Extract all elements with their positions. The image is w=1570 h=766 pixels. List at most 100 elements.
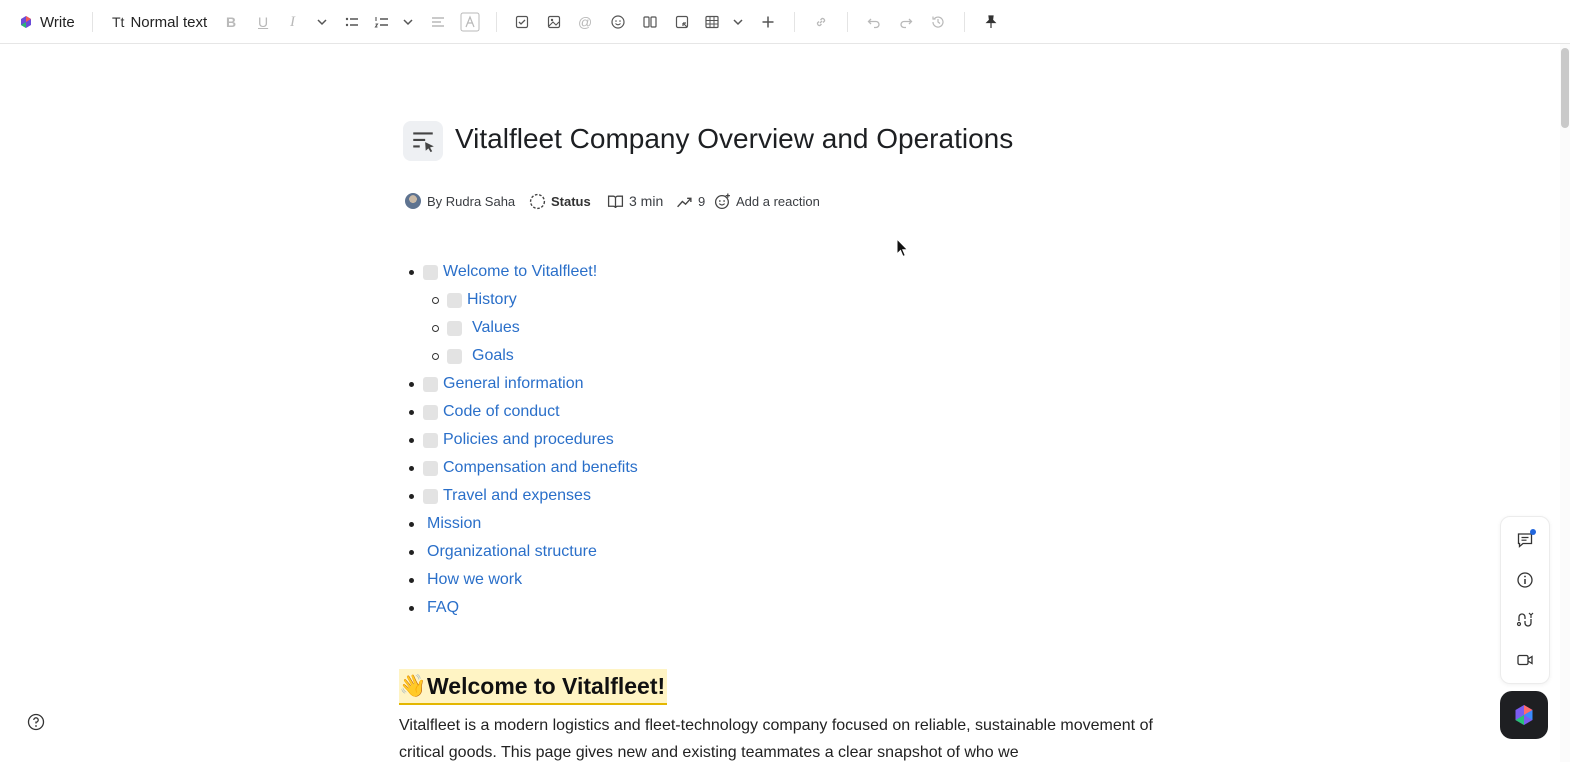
underline-button[interactable]: U [258,12,268,32]
author-name: By Rudra Saha [427,193,516,209]
checklist-icon [515,15,529,29]
table-options-button[interactable] [730,12,746,32]
toc-checkbox[interactable] [447,349,462,364]
toc-link[interactable]: Goals [472,342,514,370]
table-button[interactable] [704,12,720,32]
undo-icon [867,18,880,29]
underline-icon: U [258,14,269,30]
toc-link[interactable]: FAQ [427,594,459,622]
italic-button[interactable]: I [290,12,295,32]
section-heading[interactable]: 👋 Welcome to Vitalfleet! [399,669,668,705]
help-icon [27,713,45,731]
toc-link[interactable]: Travel and expenses [443,482,591,510]
numbered-list-icon [374,17,388,28]
mention-icon: @ [578,14,593,30]
avatar [405,193,421,209]
status-button[interactable]: Status [529,191,591,211]
more-format-button[interactable] [314,12,330,32]
mouse-cursor-icon [896,238,909,258]
toc-link[interactable]: How we work [427,566,522,594]
text-style-label: Normal text [130,13,208,31]
author-byline[interactable]: By Rudra Saha [405,191,515,211]
undo-button[interactable] [866,12,882,32]
toc-checkbox[interactable] [447,293,462,308]
add-reaction-button[interactable]: Add a reaction [714,191,820,211]
notification-dot [1530,529,1536,535]
history-button[interactable] [930,12,946,32]
embed-button[interactable] [674,12,690,32]
toc-checkbox[interactable] [423,265,438,280]
connections-icon [1516,612,1534,627]
link-button[interactable] [813,12,829,32]
toc-link[interactable]: Policies and procedures [443,426,614,454]
text-color-icon [460,12,480,32]
history-icon [932,16,944,28]
toc-link[interactable]: History [467,286,517,314]
toc-link[interactable]: Welcome to Vitalfleet! [443,258,597,286]
numbered-list-button[interactable] [374,12,390,32]
page-title[interactable]: Vitalfleet Company Overview and Operatio… [455,121,1013,157]
waving-hand-icon: 👋 [399,673,427,698]
toc-checkbox[interactable] [423,433,438,448]
toc-checkbox[interactable] [447,321,462,336]
section-paragraph[interactable]: Vitalfleet is a modern logistics and fle… [399,712,1169,766]
emoji-button[interactable] [610,12,626,32]
align-icon [432,17,444,27]
toc-checkbox[interactable] [423,377,438,392]
chevron-down-icon [733,19,743,26]
toc-link[interactable]: Code of conduct [443,398,560,426]
views-label: 9 [698,193,706,209]
checklist-button[interactable] [514,12,530,32]
toc-link[interactable]: Values [472,314,520,342]
link-icon [816,17,826,27]
emoji-icon [611,15,625,29]
help-button[interactable] [27,713,45,731]
toc-checkbox[interactable] [423,489,438,504]
image-button[interactable] [546,12,562,32]
video-button[interactable] [1513,648,1537,672]
insert-button[interactable] [760,12,776,32]
status-icon [529,193,546,209]
mention-button[interactable]: @ [578,12,592,32]
redo-button[interactable] [898,12,914,32]
toc-link[interactable]: Compensation and benefits [443,454,638,482]
write-label: Write [40,13,75,31]
toc-link[interactable]: Mission [427,510,481,538]
italic-icon: I [290,13,295,30]
document-icon[interactable] [403,121,443,161]
columns-button[interactable] [642,12,658,32]
trend-icon [677,197,692,207]
ai-brain-icon [1515,705,1533,725]
chevron-down-icon [317,19,327,26]
toc-link[interactable]: Organizational structure [427,538,597,566]
pin-button[interactable] [983,12,999,32]
align-button[interactable] [430,12,446,32]
list-options-button[interactable] [400,12,416,32]
bold-button[interactable]: B [226,12,236,32]
connections-button[interactable] [1513,608,1537,632]
side-actions-panel [1500,516,1550,684]
text-style-dropdown[interactable]: Tt Normal text [112,12,207,32]
text-style-icon: Tt [112,14,125,30]
video-icon [1517,654,1533,666]
bulleted-list-button[interactable] [344,12,360,32]
table-icon [705,15,719,29]
toc-checkbox[interactable] [423,405,438,420]
ai-assistant-button[interactable] [1500,691,1548,739]
info-button[interactable] [1513,568,1537,592]
scrollbar-track[interactable] [1560,44,1570,762]
status-label: Status [551,193,591,209]
section-heading-text: Welcome to Vitalfleet! [427,672,666,699]
scrollbar-thumb[interactable] [1561,48,1569,128]
toc-link[interactable]: General information [443,370,584,398]
toc-checkbox[interactable] [423,461,438,476]
text-color-button[interactable] [460,12,480,32]
bold-icon: B [226,14,237,30]
views-count[interactable]: 9 [676,191,705,211]
image-icon [547,15,561,29]
write-mode-button[interactable]: Write [18,12,75,32]
list-cursor-icon [413,132,434,153]
read-time: 3 min [607,191,663,211]
redo-icon [900,18,913,29]
insert-icon [762,16,774,28]
